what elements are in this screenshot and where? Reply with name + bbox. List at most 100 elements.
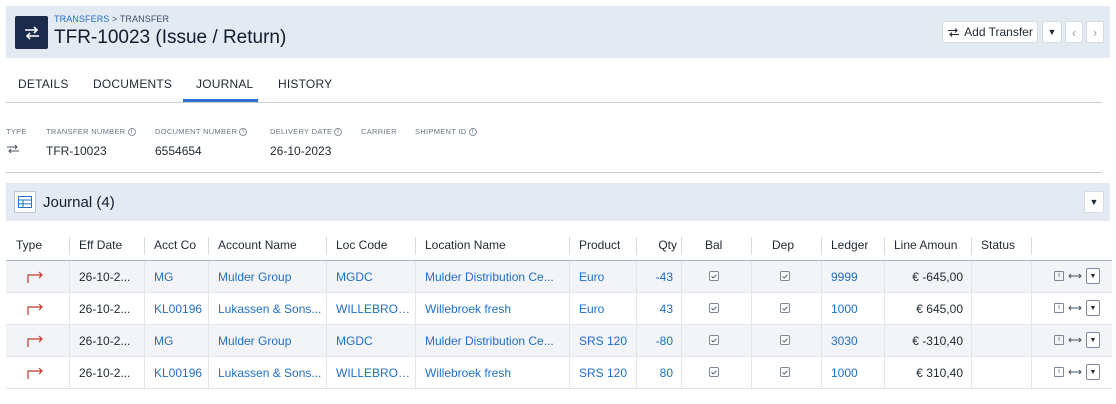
next-record-button[interactable]: › xyxy=(1086,21,1104,43)
account-name-link[interactable]: Lukassen & Sons... xyxy=(218,366,322,380)
tab-details[interactable]: DETAILS xyxy=(18,77,69,91)
return-arrow-icon xyxy=(26,302,46,319)
chevron-left-icon: ‹ xyxy=(1071,24,1077,40)
column-header-eff-date[interactable]: Eff Date xyxy=(79,238,122,252)
ledger-link[interactable]: 1000 xyxy=(831,366,881,380)
row-actions: i ▼ xyxy=(1054,268,1100,284)
account-name-link[interactable]: Mulder Group xyxy=(218,270,322,284)
dep-checkbox[interactable] xyxy=(780,303,790,313)
info-icon[interactable]: i xyxy=(468,128,477,137)
previous-record-button[interactable]: ‹ xyxy=(1065,21,1083,43)
location-name-link[interactable]: Mulder Distribution Ce... xyxy=(425,270,565,284)
row-menu-button[interactable]: ▼ xyxy=(1086,364,1100,380)
info-icon[interactable]: i xyxy=(334,128,343,137)
add-transfer-button[interactable]: Add Transfer xyxy=(942,21,1038,43)
acct-co-link[interactable]: MG xyxy=(154,270,206,284)
table-row[interactable]: 26-10-2... KL00196 Lukassen & Sons... WI… xyxy=(6,293,1112,325)
loc-code-link[interactable]: MGDC xyxy=(336,334,412,348)
info-icon[interactable]: i xyxy=(1054,271,1064,281)
tab-history[interactable]: HISTORY xyxy=(278,77,332,91)
column-header-location-name[interactable]: Location Name xyxy=(425,238,506,252)
expand-arrows-icon[interactable] xyxy=(1068,272,1082,280)
eff-date-cell: 26-10-2... xyxy=(79,334,131,348)
row-menu-button[interactable]: ▼ xyxy=(1086,300,1100,316)
loc-code-link[interactable]: WILLEBROEK xyxy=(336,302,412,316)
acct-co-link[interactable]: MG xyxy=(154,334,206,348)
line-amount-cell: € -645,00 xyxy=(912,270,963,284)
row-actions: i ▼ xyxy=(1054,332,1100,348)
qty-cell[interactable]: 80 xyxy=(641,366,673,380)
account-name-link[interactable]: Mulder Group xyxy=(218,334,322,348)
location-name-link[interactable]: Mulder Distribution Ce... xyxy=(425,334,565,348)
row-menu-button[interactable]: ▼ xyxy=(1086,268,1100,284)
table-row[interactable]: 26-10-2... MG Mulder Group MGDC Mulder D… xyxy=(6,261,1112,293)
caret-down-icon: ▼ xyxy=(1089,336,1097,344)
column-header-dep[interactable]: Dep xyxy=(772,238,794,252)
dep-checkbox[interactable] xyxy=(780,271,790,281)
product-link[interactable]: SRS 120 xyxy=(579,366,634,380)
product-link[interactable]: SRS 120 xyxy=(579,334,634,348)
acct-co-link[interactable]: KL00196 xyxy=(154,302,206,316)
acct-co-link[interactable]: KL00196 xyxy=(154,366,206,380)
line-amount-cell: € -310,40 xyxy=(912,334,963,348)
column-header-qty[interactable]: Qty xyxy=(650,238,677,252)
tab-documents[interactable]: DOCUMENTS xyxy=(93,77,172,91)
product-link[interactable]: Euro xyxy=(579,270,634,284)
tab-journal[interactable]: JOURNAL xyxy=(196,77,253,91)
product-link[interactable]: Euro xyxy=(579,302,634,316)
expand-arrows-icon[interactable] xyxy=(1068,304,1082,312)
table-row[interactable]: 26-10-2... MG Mulder Group MGDC Mulder D… xyxy=(6,325,1112,357)
loc-code-link[interactable]: MGDC xyxy=(336,270,412,284)
add-transfer-label: Add Transfer xyxy=(964,25,1033,39)
ledger-link[interactable]: 3030 xyxy=(831,334,881,348)
caret-down-icon: ▼ xyxy=(1089,304,1097,312)
info-icon[interactable]: i xyxy=(1054,367,1064,377)
breadcrumb-transfers-link[interactable]: TRANSFERS xyxy=(54,14,109,24)
breadcrumb-separator: > xyxy=(109,14,120,24)
tab-bar: DETAILS DOCUMENTS JOURNAL HISTORY xyxy=(6,70,1102,103)
loc-code-link[interactable]: WILLEBROEK xyxy=(336,366,412,380)
bal-checkbox[interactable] xyxy=(709,367,719,377)
qty-cell[interactable]: 43 xyxy=(641,302,673,316)
bal-checkbox[interactable] xyxy=(709,335,719,345)
table-header: Type Eff Date Acct Co Account Name Loc C… xyxy=(6,231,1112,261)
expand-arrows-icon[interactable] xyxy=(1068,368,1082,376)
column-header-account-name[interactable]: Account Name xyxy=(218,238,297,252)
info-icon[interactable]: i xyxy=(1054,303,1064,313)
expand-arrows-icon[interactable] xyxy=(1068,336,1082,344)
qty-cell[interactable]: -80 xyxy=(641,334,673,348)
info-icon[interactable]: i xyxy=(1054,335,1064,345)
active-tab-indicator xyxy=(183,99,258,102)
column-header-type[interactable]: Type xyxy=(16,238,42,252)
column-header-acct-co[interactable]: Acct Co xyxy=(154,238,200,252)
bal-checkbox[interactable] xyxy=(709,271,719,281)
ledger-link[interactable]: 9999 xyxy=(831,270,881,284)
eff-date-cell: 26-10-2... xyxy=(79,270,131,284)
location-name-link[interactable]: Willebroek fresh xyxy=(425,366,565,380)
qty-cell[interactable]: -43 xyxy=(641,270,673,284)
dep-checkbox[interactable] xyxy=(780,367,790,377)
section-divider xyxy=(6,172,1102,173)
delivery-date-label: DELIVERY DATE i xyxy=(270,127,343,137)
info-icon[interactable]: i xyxy=(239,128,248,137)
column-header-ledger[interactable]: Ledger xyxy=(831,238,868,252)
info-icon[interactable]: i xyxy=(127,128,136,137)
account-name-link[interactable]: Lukassen & Sons... xyxy=(218,302,322,316)
eff-date-cell: 26-10-2... xyxy=(79,302,131,316)
dep-checkbox[interactable] xyxy=(780,335,790,345)
bal-checkbox[interactable] xyxy=(709,303,719,313)
column-header-loc-code[interactable]: Loc Code xyxy=(336,238,387,252)
checkmark-icon xyxy=(711,337,717,343)
ledger-link[interactable]: 1000 xyxy=(831,302,881,316)
column-header-line-amount[interactable]: Line Amoun xyxy=(894,238,966,252)
column-header-status[interactable]: Status xyxy=(981,238,1015,252)
column-header-product[interactable]: Product xyxy=(579,238,620,252)
return-arrow-icon xyxy=(26,270,46,287)
header-dropdown-button[interactable]: ▼ xyxy=(1042,21,1062,43)
journal-menu-button[interactable]: ▼ xyxy=(1084,191,1104,213)
location-name-link[interactable]: Willebroek fresh xyxy=(425,302,565,316)
table-row[interactable]: 26-10-2... KL00196 Lukassen & Sons... WI… xyxy=(6,357,1112,389)
row-menu-button[interactable]: ▼ xyxy=(1086,332,1100,348)
type-label: TYPE xyxy=(6,127,27,136)
column-header-bal[interactable]: Bal xyxy=(705,238,722,252)
